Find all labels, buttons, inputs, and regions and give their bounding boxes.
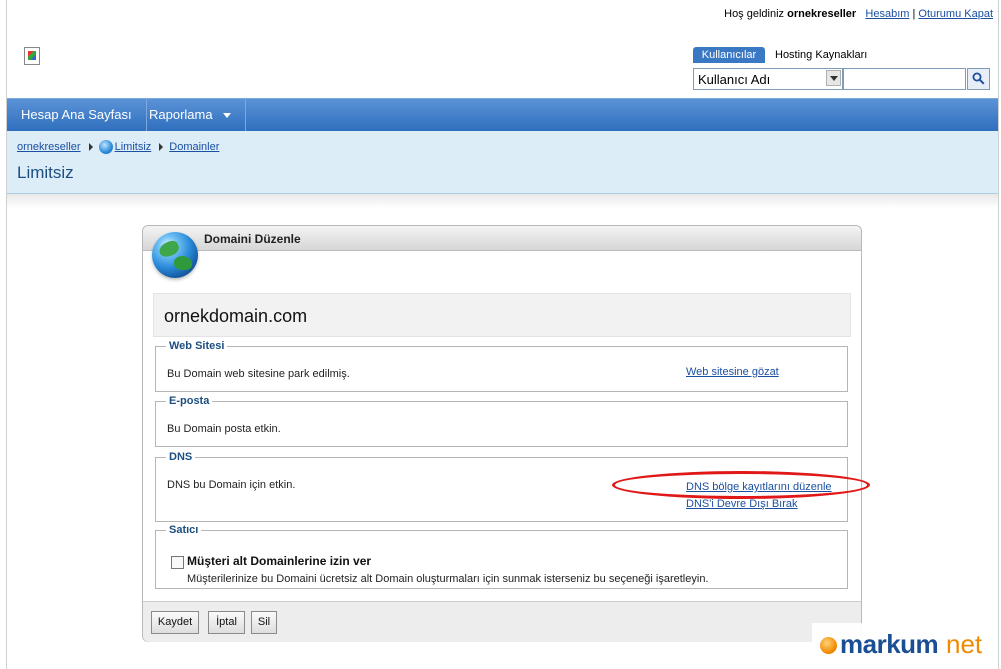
edit-domain-panel: Domaini Düzenle ornekdomain.com Web Site…	[142, 225, 862, 642]
link-separator: |	[912, 8, 916, 20]
email-legend: E-posta	[169, 395, 210, 407]
search-row: Kullanıcı Adı	[693, 68, 990, 90]
logout-link[interactable]: Oturumu Kapat	[918, 8, 993, 20]
reseller-section: Satıcı Müşteri alt Domainlerine izin ver…	[155, 524, 848, 589]
nav-reports[interactable]: Raporlama	[135, 99, 246, 131]
panel-title: Domaini Düzenle	[204, 232, 301, 246]
panel-footer: Kaydet İptal Sil	[143, 601, 861, 642]
tab-users[interactable]: Kullanıcılar	[693, 47, 765, 63]
allow-subdomains-checkbox[interactable]	[171, 556, 184, 569]
orange-ball-icon	[820, 637, 837, 654]
username: ornekreseller	[787, 8, 857, 20]
dns-legend: DNS	[169, 451, 193, 463]
tab-hosting-resources[interactable]: Hosting Kaynakları	[775, 47, 885, 63]
email-section: E-posta Bu Domain posta etkin.	[155, 395, 848, 447]
allow-subdomains-label[interactable]: Müşteri alt Domainlerine izin ver	[187, 554, 371, 568]
account-link[interactable]: Hesabım	[865, 8, 909, 20]
broken-image-icon	[24, 47, 40, 65]
search-button[interactable]	[967, 68, 990, 90]
main-nav: Hesap Ana Sayfası Raporlama	[7, 98, 998, 131]
panel-header: Domaini Düzenle	[143, 226, 861, 251]
header-shadow	[7, 194, 998, 208]
welcome-area: Hoş geldiniz ornekreseller Hesabım | Otu…	[724, 8, 993, 20]
red-annotation-ellipse	[612, 471, 870, 499]
page-title: Limitsiz	[17, 163, 74, 182]
dns-status: DNS bu Domain için etkin.	[167, 479, 296, 491]
nav-account-home[interactable]: Hesap Ana Sayfası	[7, 99, 147, 131]
website-legend: Web Sitesi	[169, 340, 225, 352]
globe-icon	[152, 232, 198, 278]
watermark-logo: markum net	[812, 623, 989, 667]
save-button[interactable]: Kaydet	[151, 611, 199, 634]
search-icon	[972, 72, 985, 85]
nav-account-home-label: Hesap Ana Sayfası	[21, 107, 132, 122]
website-section: Web Sitesi Bu Domain web sitesine park e…	[155, 340, 848, 392]
breadcrumb-domains[interactable]: Domainler	[169, 141, 219, 153]
welcome-prefix: Hoş geldiniz	[724, 8, 785, 20]
top-bar: Hoş geldiniz ornekreseller Hesabım | Otu…	[7, 0, 998, 30]
globe-icon	[98, 140, 113, 154]
browse-website-link[interactable]: Web sitesine gözat	[686, 366, 779, 378]
domain-name: ornekdomain.com	[164, 306, 308, 326]
watermark-part1: markum	[840, 629, 939, 659]
delete-button[interactable]: Sil	[251, 611, 277, 634]
chevron-down-icon[interactable]	[826, 70, 841, 86]
allow-subdomains-description: Müşterilerinize bu Domaini ücretsiz alt …	[187, 573, 709, 585]
nav-reports-label: Raporlama	[149, 107, 213, 122]
search-input[interactable]	[843, 68, 966, 90]
cancel-button[interactable]: İptal	[208, 611, 245, 634]
search-field-select[interactable]: Kullanıcı Adı	[693, 68, 843, 90]
breadcrumb-plan[interactable]: Limitsiz	[115, 141, 152, 153]
watermark-part2: net	[946, 629, 983, 659]
website-status: Bu Domain web sitesine park edilmiş.	[167, 368, 350, 380]
caret-down-icon	[222, 113, 231, 119]
breadcrumb-arrow-icon	[88, 143, 93, 151]
breadcrumb-reseller[interactable]: ornekreseller	[17, 141, 81, 153]
search-field-value: Kullanıcı Adı	[698, 72, 771, 87]
disable-dns-link[interactable]: DNS'i Devre Dışı Bırak	[686, 498, 798, 510]
page-container: Hoş geldiniz ornekreseller Hesabım | Otu…	[6, 0, 999, 669]
breadcrumb: ornekreseller Limitsiz Domainler	[17, 140, 219, 154]
breadcrumb-bar: ornekreseller Limitsiz Domainler Limitsiz	[7, 131, 998, 194]
domain-name-box: ornekdomain.com	[153, 293, 851, 337]
reseller-legend: Satıcı	[169, 524, 199, 536]
email-status: Bu Domain posta etkin.	[167, 423, 281, 435]
breadcrumb-arrow-icon	[159, 143, 164, 151]
